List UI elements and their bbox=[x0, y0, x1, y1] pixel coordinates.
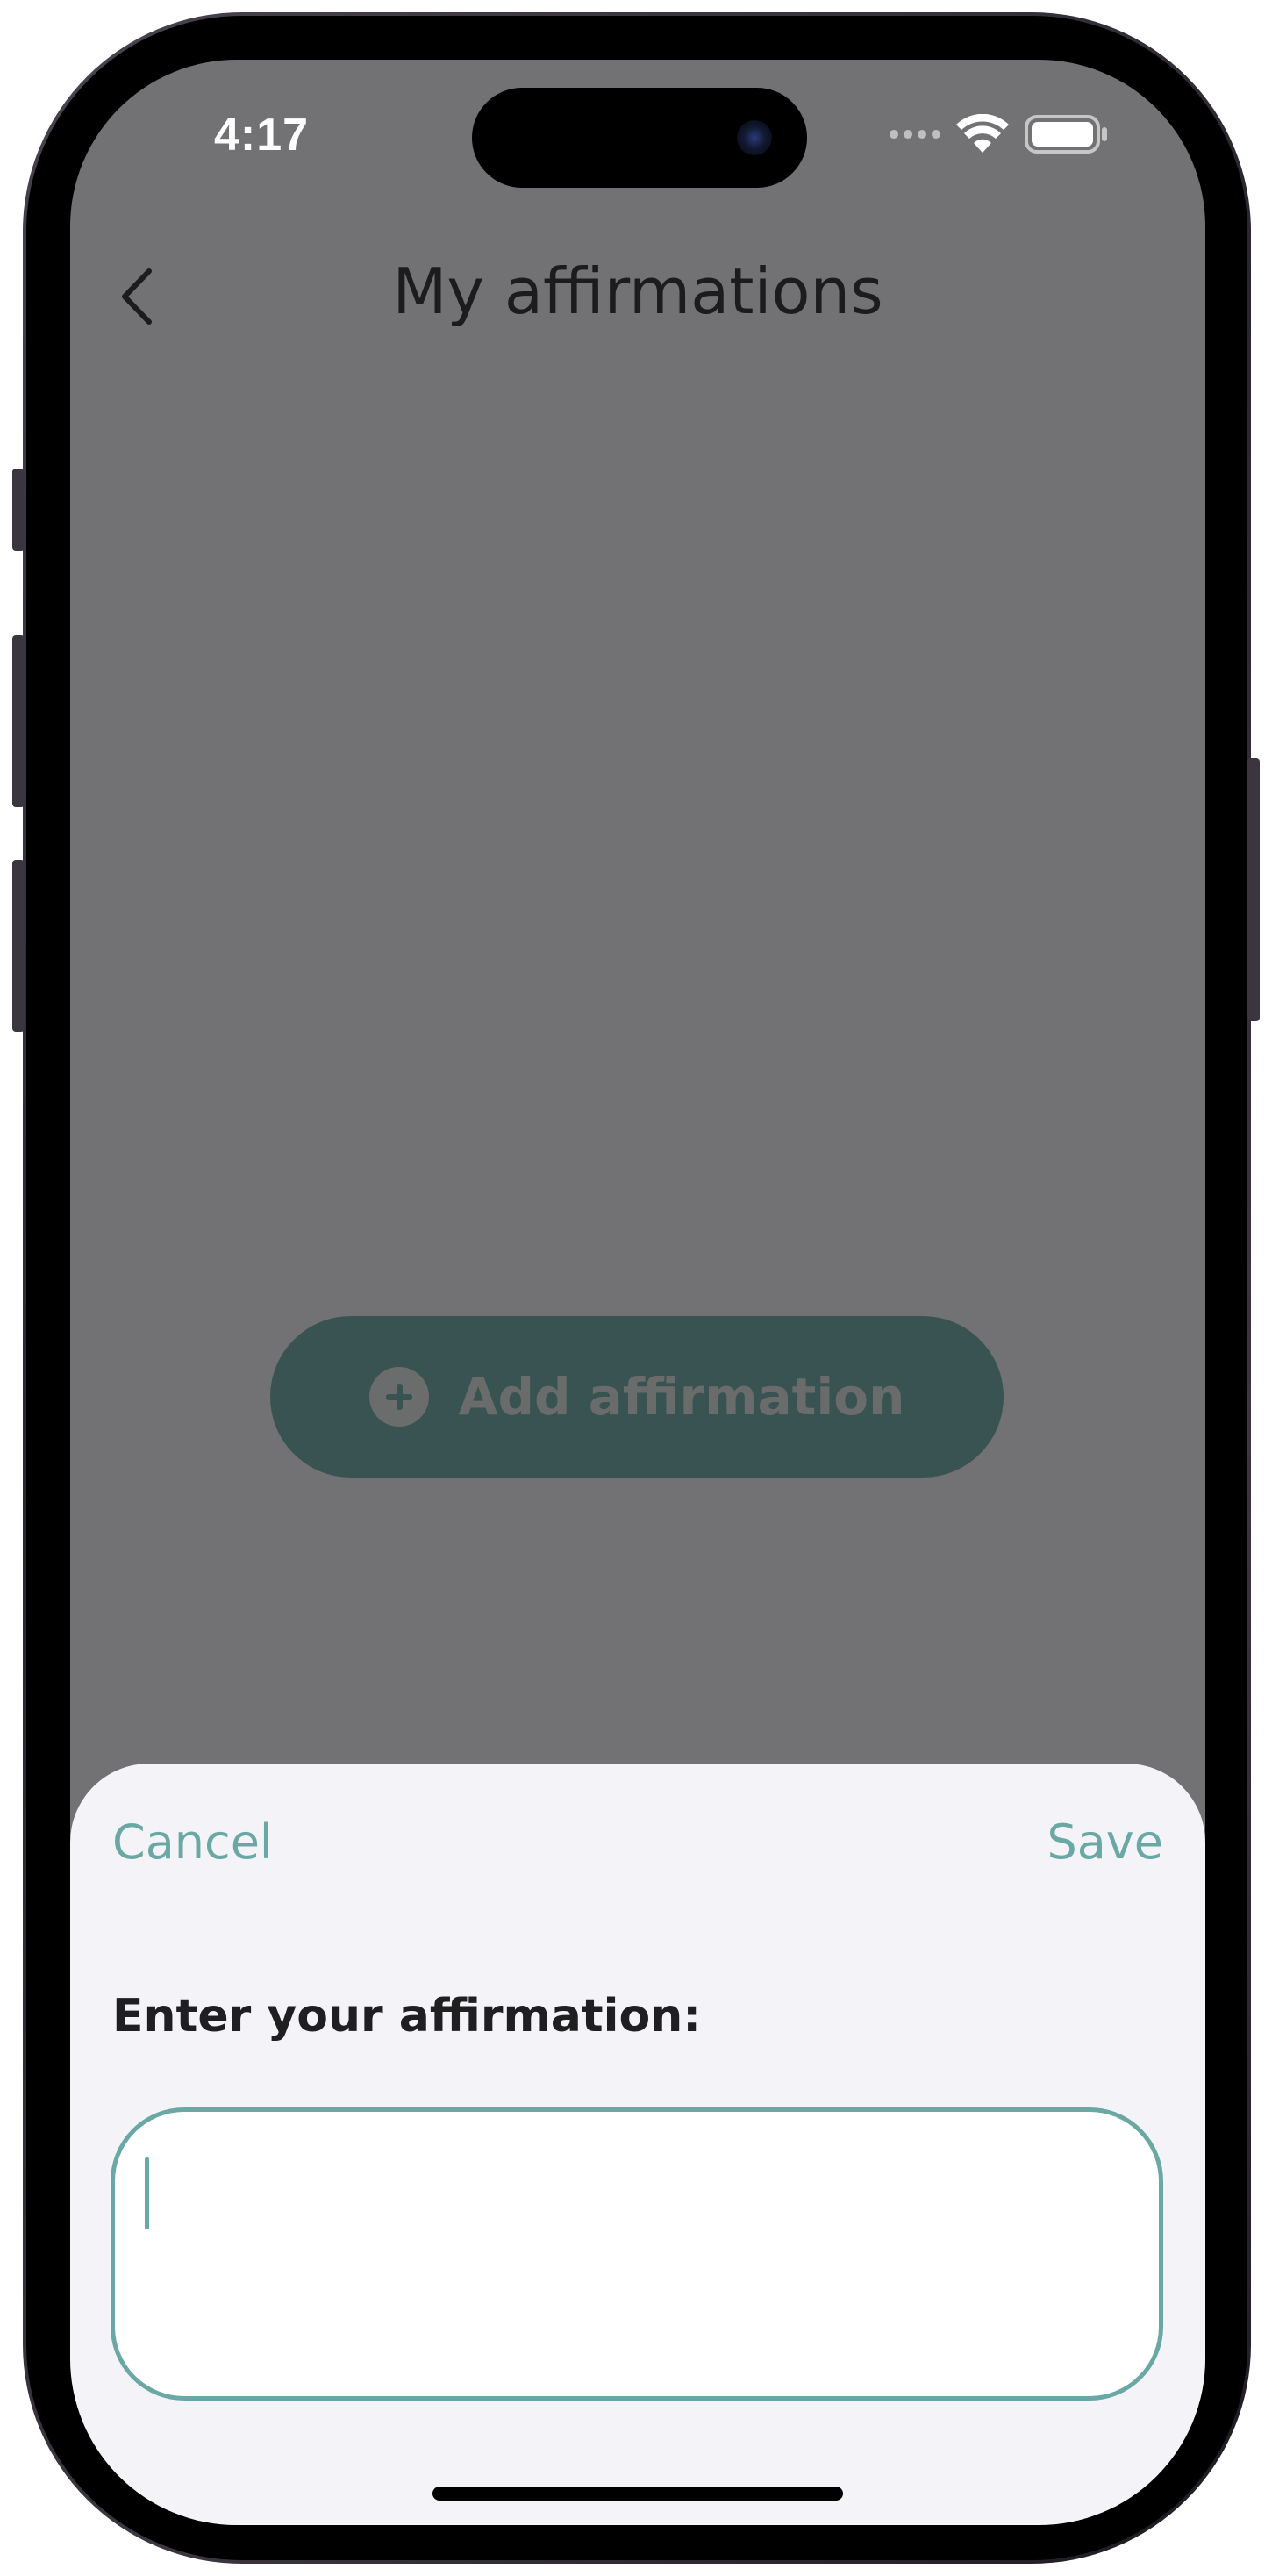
cellular-dots-icon bbox=[890, 130, 940, 139]
wifi-icon bbox=[956, 114, 1009, 153]
phone-screen: 4:17 My affirmations Add affirmation Can… bbox=[70, 60, 1205, 2525]
plus-circle-icon bbox=[368, 1367, 429, 1427]
volume-up-button bbox=[12, 635, 25, 807]
action-button bbox=[12, 469, 25, 551]
home-indicator[interactable] bbox=[432, 2487, 843, 2501]
cancel-button[interactable]: Cancel bbox=[112, 1814, 273, 1870]
status-time: 4:17 bbox=[214, 110, 310, 161]
add-affirmation-button[interactable]: Add affirmation bbox=[270, 1316, 1004, 1478]
affirmation-prompt-label: Enter your affirmation: bbox=[112, 1990, 702, 2043]
text-caret bbox=[145, 2157, 149, 2229]
dynamic-island bbox=[472, 88, 807, 188]
page-title: My affirmations bbox=[392, 254, 883, 328]
status-icons bbox=[890, 112, 1109, 156]
save-button[interactable]: Save bbox=[1047, 1814, 1163, 1870]
affirmation-input[interactable] bbox=[111, 2107, 1163, 2401]
power-button bbox=[1247, 758, 1260, 1021]
add-affirmation-sheet: Cancel Save Enter your affirmation: bbox=[70, 1764, 1205, 2525]
battery-icon bbox=[1025, 115, 1107, 154]
add-affirmation-label: Add affirmation bbox=[458, 1367, 905, 1427]
camera-lens-icon bbox=[737, 120, 772, 155]
volume-down-button bbox=[12, 860, 25, 1032]
